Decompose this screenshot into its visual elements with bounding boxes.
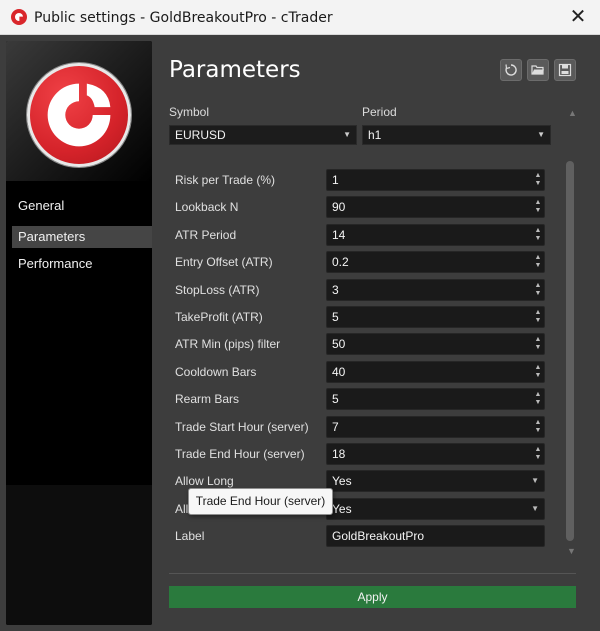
spinner-icon[interactable]: ▲ ▼: [534, 336, 542, 352]
param-value: 1: [332, 173, 339, 187]
save-icon[interactable]: [554, 59, 576, 81]
param-label: ATR Period: [175, 227, 237, 242]
spinner-icon[interactable]: ▲ ▼: [534, 309, 542, 325]
param-row-trade-start-hour-server: Trade Start Hour (server) 7 ▲ ▼: [169, 414, 563, 441]
window-title: Public settings - GoldBreakoutPro - cTra…: [34, 10, 333, 26]
param-value: 3: [332, 282, 339, 297]
param-row-lookback-n: Lookback N 90 ▲ ▼: [169, 194, 563, 221]
sidebar-lower-panel: [6, 485, 152, 625]
sidebar-item-general[interactable]: General: [12, 195, 152, 217]
param-atr-period-input[interactable]: 14 ▲ ▼: [326, 223, 545, 246]
chevron-down-icon: ▼: [531, 476, 539, 486]
param-rearm-bars-input[interactable]: 5 ▲ ▼: [326, 388, 545, 411]
param-value: 5: [332, 310, 339, 324]
spinner-icon[interactable]: ▲ ▼: [534, 419, 542, 435]
param-value: 90: [332, 200, 346, 215]
chevron-down-icon: ▼: [343, 130, 351, 139]
symbol-value: EURUSD: [175, 128, 226, 142]
param-allow-short-select[interactable]: Yes ▼: [326, 497, 545, 520]
param-label: Risk per Trade (%): [175, 173, 276, 187]
param-label: Entry Offset (ATR): [175, 255, 273, 270]
param-row-atr-period: ATR Period 14 ▲ ▼: [169, 222, 563, 249]
open-folder-icon[interactable]: [527, 59, 549, 81]
chevron-down-icon: ▼: [531, 503, 539, 513]
param-cooldown-bars-input[interactable]: 40 ▲ ▼: [326, 360, 545, 383]
scroll-up-icon[interactable]: ▲: [568, 108, 577, 118]
symbol-label: Symbol: [169, 105, 210, 119]
param-label: Allow Long: [175, 474, 234, 489]
param-entry-offset-atr-input[interactable]: 0.2 ▲ ▼: [326, 251, 545, 274]
spinner-icon[interactable]: ▲ ▼: [534, 227, 542, 243]
param-takeprofit-atr-input[interactable]: 5 ▲ ▼: [326, 306, 545, 328]
spinner-icon[interactable]: ▲ ▼: [534, 199, 542, 215]
dialog-body: General Parameters Performance Parameter…: [0, 35, 600, 631]
page-title: Parameters: [169, 57, 301, 83]
reset-icon[interactable]: [500, 59, 522, 81]
param-row-risk-per-trade: Risk per Trade (%) 1 ▲ ▼: [169, 167, 563, 194]
param-row-cooldown-bars: Cooldown Bars 40 ▲ ▼: [169, 359, 563, 386]
sidebar: General Parameters Performance: [6, 41, 152, 625]
param-label: TakeProfit (ATR): [175, 310, 263, 324]
param-label: Label: [175, 529, 205, 544]
param-label: StopLoss (ATR): [175, 282, 260, 297]
param-value: 50: [332, 337, 346, 352]
param-label: Rearm Bars: [175, 392, 240, 407]
param-value: 7: [332, 419, 339, 434]
param-label: ATR Min (pips) filter: [175, 337, 281, 352]
param-label: Cooldown Bars: [175, 364, 257, 379]
logo-area: [6, 41, 152, 181]
param-stoploss-atr-input[interactable]: 3 ▲ ▼: [326, 278, 545, 301]
param-row-entry-offset-atr: Entry Offset (ATR) 0.2 ▲ ▼: [169, 249, 563, 276]
spinner-icon[interactable]: ▲ ▼: [534, 446, 542, 462]
divider: [169, 573, 576, 574]
param-row-stoploss-atr: StopLoss (ATR) 3 ▲ ▼: [169, 277, 563, 304]
scroll-down-icon[interactable]: ▼: [567, 546, 576, 556]
symbol-select[interactable]: EURUSD ▼: [169, 125, 357, 145]
spinner-icon[interactable]: ▲ ▼: [534, 172, 542, 188]
tooltip: Trade End Hour (server): [188, 488, 333, 515]
period-select[interactable]: h1 ▼: [362, 125, 551, 145]
apply-button[interactable]: Apply: [169, 586, 576, 608]
param-trade-end-hour-server-input[interactable]: 18 ▲ ▼: [326, 443, 545, 465]
param-value: Yes: [332, 474, 352, 489]
ctrader-logo: [27, 63, 131, 167]
param-value: 40: [332, 364, 346, 379]
scrollbar[interactable]: [566, 161, 574, 541]
spinner-icon[interactable]: ▲ ▼: [534, 282, 542, 298]
chevron-down-icon: ▼: [537, 130, 545, 139]
period-label: Period: [362, 105, 397, 119]
param-trade-start-hour-server-input[interactable]: 7 ▲ ▼: [326, 415, 545, 438]
parameters-panel: Parameters Symbol Period ▲ EURUSD ▼ h1 ▼…: [152, 35, 600, 631]
spinner-icon[interactable]: ▲ ▼: [534, 254, 542, 270]
param-row-label: Label GoldBreakoutPro: [169, 523, 563, 550]
period-value: h1: [368, 128, 382, 142]
sidebar-item-parameters[interactable]: Parameters: [12, 226, 152, 248]
spinner-icon[interactable]: ▲ ▼: [534, 364, 542, 380]
close-icon[interactable]: ✕: [564, 4, 592, 32]
param-value: 14: [332, 227, 346, 242]
param-lookback-n-input[interactable]: 90 ▲ ▼: [326, 196, 545, 219]
param-value: 18: [332, 447, 346, 461]
param-atr-min-pips-filter-input[interactable]: 50 ▲ ▼: [326, 333, 545, 356]
title-bar: Public settings - GoldBreakoutPro - cTra…: [0, 0, 600, 35]
param-label: Lookback N: [175, 200, 239, 215]
param-label: Trade Start Hour (server): [175, 419, 309, 434]
param-label: Trade End Hour (server): [175, 447, 305, 461]
param-value: GoldBreakoutPro: [332, 529, 425, 544]
param-row-trade-end-hour-server: Trade End Hour (server) 18 ▲ ▼: [169, 441, 563, 468]
ctrader-app-icon: [11, 9, 27, 25]
param-label-input[interactable]: GoldBreakoutPro: [326, 525, 545, 548]
param-row-takeprofit-atr: TakeProfit (ATR) 5 ▲ ▼: [169, 304, 563, 331]
param-value: 5: [332, 392, 339, 407]
spinner-icon[interactable]: ▲ ▼: [534, 391, 542, 407]
param-allow-long-select[interactable]: Yes ▼: [326, 470, 545, 493]
param-value: 0.2: [332, 255, 349, 270]
param-row-atr-min-pips-filter: ATR Min (pips) filter 50 ▲ ▼: [169, 331, 563, 358]
sidebar-item-performance[interactable]: Performance: [12, 253, 152, 275]
param-row-rearm-bars: Rearm Bars 5 ▲ ▼: [169, 386, 563, 413]
param-value: Yes: [332, 501, 352, 516]
param-risk-per-trade-input[interactable]: 1 ▲ ▼: [326, 169, 545, 191]
